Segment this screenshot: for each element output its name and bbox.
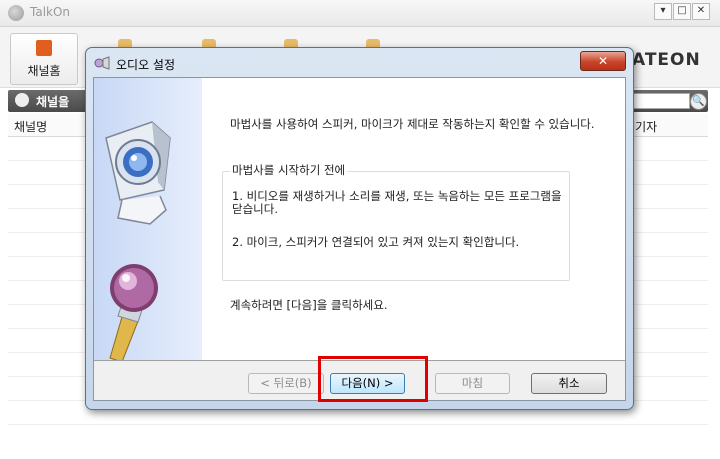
search-icon[interactable]: 🔍 [690,93,707,110]
continue-instruction: 계속하려면 [다음]을 클릭하세요. [230,298,388,312]
back-button[interactable]: < 뒤로(B) [248,373,324,394]
status-strip [0,450,720,459]
list-row [8,424,708,425]
maximize-button[interactable]: □ [673,3,691,20]
channel-home-label: 채널홈 [27,64,61,78]
wizard-art-panel [94,78,203,363]
dialog-close-button[interactable]: ✕ [580,51,626,71]
wizard-intro-text: 마법사를 사용하여 스피커, 마이크가 제대로 작동하는지 확인할 수 있습니다… [230,117,595,131]
close-window-button[interactable]: ✕ [692,3,710,20]
channel-bar-label: 채널을 [36,95,70,109]
close-icon: ✕ [597,54,609,68]
column-channel-name[interactable]: 채널명 [14,118,47,135]
app-logo-icon [8,5,24,21]
minimize-button[interactable]: ▾ [654,3,672,20]
step-2-text: 2. 마이크, 스피커가 연결되어 있고 켜져 있는지 확인합니다. [232,235,520,249]
app-titlebar: TalkOn ▾ □ ✕ [0,0,720,27]
wizard-illustration [105,121,171,363]
search-input[interactable] [628,93,690,109]
channel-icon [15,93,29,107]
camera-icon [105,121,171,225]
groupbox-title: 마법사를 시작하기 전에 [230,162,348,178]
finish-button[interactable]: 마침 [435,373,510,394]
channel-home-icon [36,40,52,56]
wizard-content: 마법사를 사용하여 스피커, 마이크가 제대로 작동하는지 확인할 수 있습니다… [202,78,625,360]
brand-text: ATEON [632,50,701,70]
microphone-icon [109,264,158,363]
channel-home-button[interactable]: 채널홈 [10,33,78,85]
cancel-button[interactable]: 취소 [531,373,607,394]
next-button-highlight [318,356,428,402]
wizard-icon [94,56,110,70]
dialog-title: 오디오 설정 [116,58,176,72]
brand-logo: ATEON [632,50,701,70]
dialog-body: 마법사를 사용하여 스피커, 마이크가 제대로 작동하는지 확인할 수 있습니다… [93,77,626,401]
step-1-text: 1. 비디오를 재생하거나 소리를 재생, 또는 녹음하는 모든 프로그램을 닫… [232,189,562,216]
prerequisites-groupbox [222,171,570,281]
app-title: TalkOn [30,5,71,19]
